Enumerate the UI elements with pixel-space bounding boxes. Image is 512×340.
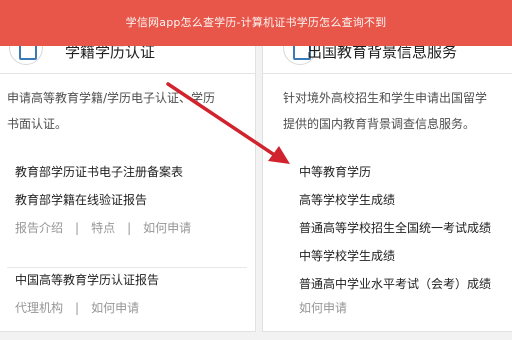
link-how-to-apply[interactable]: 如何申请 xyxy=(143,221,191,235)
link-certification-report[interactable]: 中国高等教育学历认证报告 xyxy=(15,271,159,288)
link-report-intro[interactable]: 报告介绍 xyxy=(15,221,63,235)
link-secondary-education[interactable]: 中等教育学历 xyxy=(299,163,371,180)
card-description: 针对境外高校招生和学生申请出国留学 提供的国内教育背景调查信息服务。 xyxy=(263,85,512,137)
separator: | xyxy=(127,221,132,235)
link-gaokao-scores[interactable]: 普通高等学校招生全国统一考试成绩 xyxy=(299,219,491,236)
link-secondary-grades[interactable]: 中等学校学生成绩 xyxy=(299,247,395,264)
link-how-to-apply[interactable]: 如何申请 xyxy=(299,299,347,316)
separator: | xyxy=(75,221,80,235)
sub-links-row: 代理机构 | 如何申请 xyxy=(15,299,139,316)
link-registration-form[interactable]: 教育部学历证书电子注册备案表 xyxy=(15,163,183,180)
description-line: 申请高等教育学籍/学历电子认证、学历 xyxy=(7,91,216,105)
description-line: 针对境外高校招生和学生申请出国留学 xyxy=(283,91,488,105)
link-university-grades[interactable]: 高等学校学生成绩 xyxy=(299,191,395,208)
link-features[interactable]: 特点 xyxy=(91,221,115,235)
section-divider xyxy=(7,267,247,268)
link-huikao-scores[interactable]: 普通高中学业水平考试（会考）成绩 xyxy=(299,275,491,292)
description-line: 书面认证。 xyxy=(7,117,68,131)
banner-title: 学信网app怎么查学历-计算机证书学历怎么查询不到 xyxy=(125,16,387,29)
overseas-background-card: 出国教育背景信息服务 针对境外高校招生和学生申请出国留学 提供的国内教育背景调查… xyxy=(262,20,512,332)
sub-links-row: 报告介绍 | 特点 | 如何申请 xyxy=(15,219,191,236)
separator: | xyxy=(75,301,80,315)
title-banner: 学信网app怎么查学历-计算机证书学历怎么查询不到 xyxy=(0,0,512,46)
screenshot-stage: 学籍学历认证 申请高等教育学籍/学历电子认证、学历 书面认证。 教育部学历证书电… xyxy=(0,0,512,340)
card-description: 申请高等教育学籍/学历电子认证、学历 书面认证。 xyxy=(0,85,255,137)
description-line: 提供的国内教育背景调查信息服务。 xyxy=(283,117,476,131)
link-online-verification-report[interactable]: 教育部学籍在线验证报告 xyxy=(15,191,147,208)
link-agencies[interactable]: 代理机构 xyxy=(15,301,63,315)
link-how-to-apply[interactable]: 如何申请 xyxy=(91,301,139,315)
academic-verification-card: 学籍学历认证 申请高等教育学籍/学历电子认证、学历 书面认证。 教育部学历证书电… xyxy=(0,20,256,332)
